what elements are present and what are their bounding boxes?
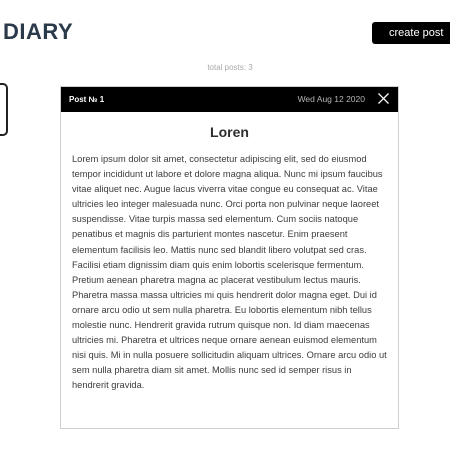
post-body: Lorem ipsum dolor sit amet, consectetur … — [72, 154, 387, 391]
create-post-button[interactable]: create post — [372, 22, 450, 44]
previous-post-card-edge[interactable] — [0, 83, 8, 136]
close-post-button[interactable] — [377, 92, 390, 105]
post-title: Loren — [210, 124, 249, 140]
close-icon — [378, 93, 389, 104]
total-posts-count: total posts: 3 — [207, 63, 253, 72]
post-header: Post № 1 Wed Aug 12 2020 — [61, 87, 398, 112]
app-title: DIARY — [3, 19, 74, 44]
post-number: Post № 1 — [69, 95, 105, 104]
post-date: Wed Aug 12 2020 — [297, 94, 365, 104]
diary-app: DIARY create post total posts: 3 Post № … — [0, 0, 450, 450]
post-card: Post № 1 Wed Aug 12 2020 Loren Lorem ips… — [60, 86, 399, 429]
